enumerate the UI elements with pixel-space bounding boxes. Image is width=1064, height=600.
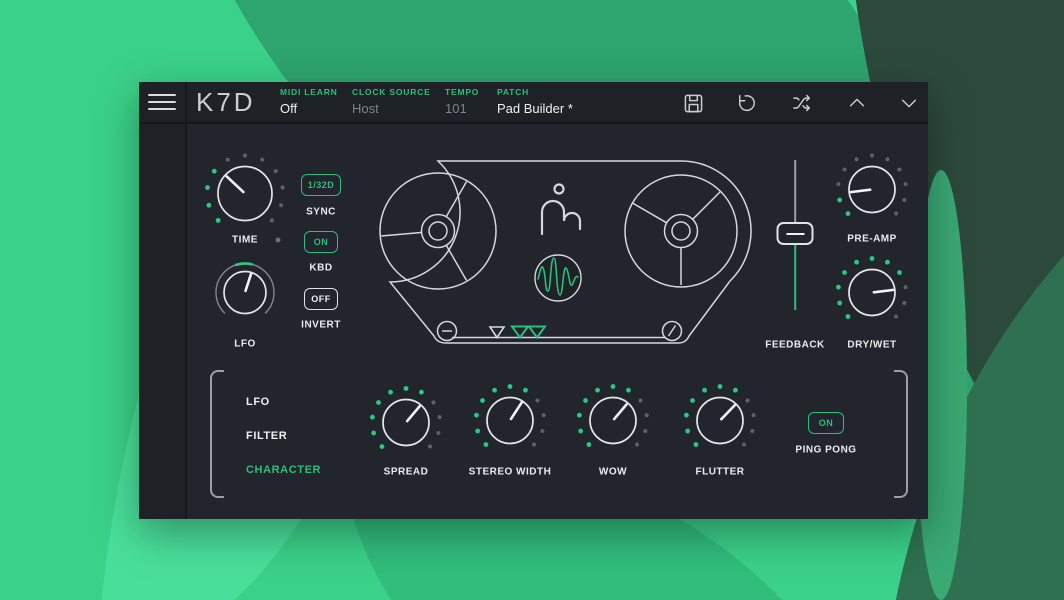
- shuffle-icon[interactable]: [789, 90, 815, 116]
- plugin-window: K7D MIDI LEARN Off CLOCK SOURCE Host TEM…: [139, 82, 928, 519]
- triangle-marker-green-2: [529, 327, 545, 338]
- vertical-divider: [185, 82, 187, 519]
- stereo-width-label: STEREO WIDTH: [469, 467, 552, 478]
- deck-outline: [390, 161, 751, 343]
- field-patch: PATCH Pad Builder *: [497, 87, 573, 116]
- kbd-switch[interactable]: ON: [304, 231, 338, 253]
- tape-deck-graphic: [360, 145, 760, 355]
- clock-source-value[interactable]: Host: [352, 101, 431, 116]
- sync-switch[interactable]: 1/32D: [301, 174, 341, 196]
- menu-hamburger-icon[interactable]: [148, 94, 176, 111]
- app-logo: K7D: [196, 88, 256, 116]
- sidebar: [139, 82, 185, 519]
- bracket-right: [894, 370, 908, 498]
- time-knob[interactable]: [203, 152, 287, 241]
- slash-circle-icon: [663, 322, 682, 341]
- feedback-track-upper[interactable]: [794, 160, 796, 222]
- midi-learn-value[interactable]: Off: [280, 101, 338, 116]
- patch-value[interactable]: Pad Builder *: [497, 101, 573, 116]
- tab-lfo[interactable]: LFO: [246, 396, 270, 408]
- waveform-display: [535, 255, 581, 301]
- brand-logo: [542, 185, 580, 235]
- field-midi-learn: MIDI LEARN Off: [280, 87, 338, 116]
- preamp-knob[interactable]: [834, 152, 910, 233]
- lfo-label: LFO: [234, 339, 256, 350]
- field-clock-source: CLOCK SOURCE Host: [352, 87, 431, 116]
- invert-switch-value: OFF: [311, 294, 331, 304]
- sync-label: SYNC: [306, 207, 336, 218]
- preamp-label: PRE-AMP: [847, 234, 897, 245]
- tempo-label: TEMPO: [445, 87, 479, 97]
- wow-label: WOW: [599, 467, 627, 478]
- feedback-label: FEEDBACK: [765, 340, 825, 351]
- invert-switch[interactable]: OFF: [304, 288, 338, 310]
- bracket-left: [210, 370, 224, 498]
- undo-icon[interactable]: [734, 90, 760, 116]
- field-tempo: TEMPO 101: [445, 87, 479, 116]
- wow-knob[interactable]: [575, 383, 651, 464]
- clock-source-label: CLOCK SOURCE: [352, 87, 431, 97]
- reel-right: [625, 175, 737, 287]
- chevron-up-icon[interactable]: [844, 90, 870, 116]
- tempo-value[interactable]: 101: [445, 101, 479, 116]
- kbd-label: KBD: [309, 263, 332, 274]
- flutter-knob[interactable]: [682, 383, 758, 464]
- tab-filter[interactable]: FILTER: [246, 430, 287, 442]
- triangle-marker-green-1: [512, 327, 528, 338]
- triangle-marker-white: [490, 327, 504, 338]
- feedback-track-lower[interactable]: [794, 245, 796, 310]
- invert-label: INVERT: [301, 320, 341, 331]
- stereo-width-knob[interactable]: [472, 383, 548, 464]
- ping-pong-switch-value: ON: [819, 418, 834, 428]
- feedback-slider-handle[interactable]: [777, 222, 814, 245]
- reel-left: [380, 173, 496, 289]
- sync-switch-value: 1/32D: [308, 180, 335, 190]
- flutter-label: FLUTTER: [695, 467, 744, 478]
- ping-pong-label: PING PONG: [795, 445, 856, 456]
- drywet-label: DRY/WET: [847, 340, 896, 351]
- midi-learn-label: MIDI LEARN: [280, 87, 338, 97]
- minus-circle-icon: [438, 322, 457, 341]
- header-divider: [139, 122, 928, 124]
- drywet-knob[interactable]: [834, 255, 910, 336]
- spread-label: SPREAD: [384, 467, 429, 478]
- lfo-knob[interactable]: [209, 257, 281, 334]
- chevron-down-icon[interactable]: [896, 90, 922, 116]
- ping-pong-switch[interactable]: ON: [808, 412, 844, 434]
- kbd-switch-value: ON: [314, 237, 329, 247]
- time-label: TIME: [232, 235, 258, 246]
- tab-character[interactable]: CHARACTER: [246, 464, 321, 476]
- spread-knob[interactable]: [368, 385, 444, 466]
- patch-label: PATCH: [497, 87, 573, 97]
- save-icon[interactable]: [680, 90, 706, 116]
- led-dot: [276, 238, 281, 243]
